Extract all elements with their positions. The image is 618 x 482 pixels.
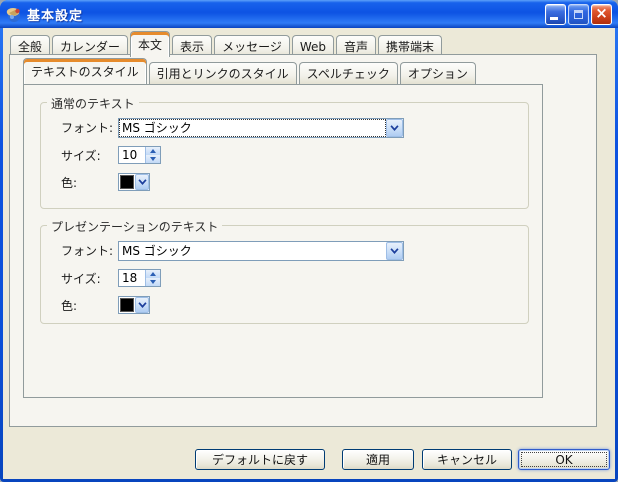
arrow-up-icon — [150, 272, 156, 276]
size-spinner-normal[interactable]: 10 — [118, 146, 161, 164]
spin-up-button[interactable] — [146, 270, 160, 278]
font-label: フォント: — [61, 242, 113, 260]
window-title: 基本設定 — [27, 5, 545, 24]
group-presentation-text: プレゼンテーションのテキスト フォント: MS ゴシック サイズ: 18 — [40, 225, 529, 324]
subtab-options[interactable]: オプション — [400, 62, 476, 84]
color-swatch — [120, 175, 134, 189]
chevron-down-icon[interactable] — [135, 297, 149, 313]
font-combobox-presentation[interactable]: MS ゴシック — [118, 241, 404, 261]
size-spinner-presentation[interactable]: 18 — [118, 269, 161, 287]
tab-body-text[interactable]: 本文 — [130, 31, 170, 57]
arrow-down-icon — [150, 280, 156, 284]
sub-tab-panel: 通常のテキスト フォント: MS ゴシック サイズ: 10 — [23, 84, 543, 398]
reset-default-button[interactable]: デフォルトに戻す — [195, 449, 325, 470]
font-combobox-value: MS ゴシック — [119, 119, 386, 137]
color-picker-presentation[interactable] — [118, 296, 150, 314]
chevron-down-icon[interactable] — [135, 174, 149, 190]
font-label: フォント: — [61, 119, 113, 137]
color-label: 色: — [61, 297, 77, 315]
spin-up-button[interactable] — [146, 147, 160, 155]
color-label: 色: — [61, 174, 77, 192]
spin-down-button[interactable] — [146, 155, 160, 163]
arrow-up-icon — [150, 149, 156, 153]
chevron-down-icon[interactable] — [386, 242, 403, 260]
cancel-button[interactable]: キャンセル — [422, 449, 512, 470]
group-title: 通常のテキスト — [47, 95, 139, 112]
dialog-body: 全般 カレンダー 本文 表示 メッセージ Web 音声 携帯端末 テキストのスタ… — [3, 28, 615, 479]
subtab-quote-link-style[interactable]: 引用とリンクのスタイル — [149, 62, 297, 84]
apply-button[interactable]: 適用 — [342, 449, 414, 470]
subtab-spell-check[interactable]: スペルチェック — [299, 62, 398, 84]
maximize-icon — [574, 10, 583, 19]
titlebar[interactable]: 基本設定 × — [0, 0, 618, 28]
main-tab-panel: テキストのスタイル 引用とリンクのスタイル スペルチェック オプション 通常のテ… — [9, 54, 597, 427]
color-picker-normal[interactable] — [118, 173, 150, 191]
ok-button[interactable]: OK — [518, 449, 610, 470]
color-swatch — [120, 298, 134, 312]
spin-down-button[interactable] — [146, 278, 160, 286]
size-label: サイズ: — [61, 270, 101, 288]
subtab-text-style[interactable]: テキストのスタイル — [23, 58, 147, 84]
group-normal-text: 通常のテキスト フォント: MS ゴシック サイズ: 10 — [40, 102, 529, 209]
font-combobox-normal[interactable]: MS ゴシック — [118, 118, 404, 138]
preferences-dialog: 基本設定 × 全般 カレンダー 本文 表示 メッセージ Web 音声 携帯端末 — [0, 0, 618, 482]
app-icon — [6, 6, 22, 22]
font-combobox-value: MS ゴシック — [119, 242, 386, 260]
close-icon: × — [595, 6, 608, 21]
size-value: 10 — [119, 147, 145, 163]
minimize-button[interactable] — [545, 4, 566, 25]
chevron-down-icon[interactable] — [386, 119, 403, 137]
size-value: 18 — [119, 270, 145, 286]
arrow-down-icon — [150, 157, 156, 161]
group-title: プレゼンテーションのテキスト — [47, 218, 222, 235]
focus-rectangle — [522, 453, 606, 466]
size-label: サイズ: — [61, 147, 101, 165]
close-button[interactable]: × — [591, 4, 612, 25]
minimize-icon — [550, 17, 558, 20]
maximize-button[interactable] — [568, 4, 589, 25]
sub-tab-strip: テキストのスタイル 引用とリンクのスタイル スペルチェック オプション — [23, 57, 478, 84]
